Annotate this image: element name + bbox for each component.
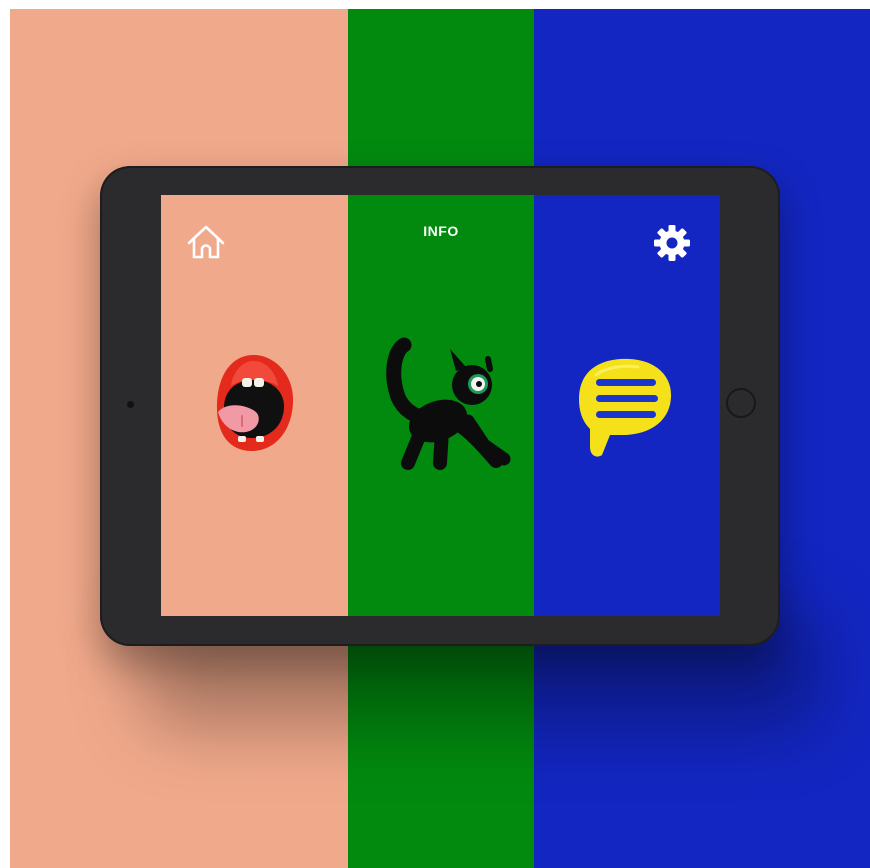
app-screen: INFO [161,195,720,616]
page-title[interactable]: INFO [348,223,534,239]
panel-info[interactable]: INFO [348,195,534,616]
home-icon[interactable] [185,222,227,264]
panel-messages[interactable] [534,195,720,616]
device-home-button[interactable] [726,388,756,418]
background-scene: INFO [10,9,870,868]
mouth-icon[interactable] [212,352,296,454]
panel-speak[interactable] [161,195,348,616]
front-camera [127,401,134,408]
gear-icon[interactable] [652,223,692,263]
cat-icon[interactable] [378,335,512,477]
speech-bubble-icon[interactable] [576,355,676,459]
tablet-device: INFO [100,166,780,646]
